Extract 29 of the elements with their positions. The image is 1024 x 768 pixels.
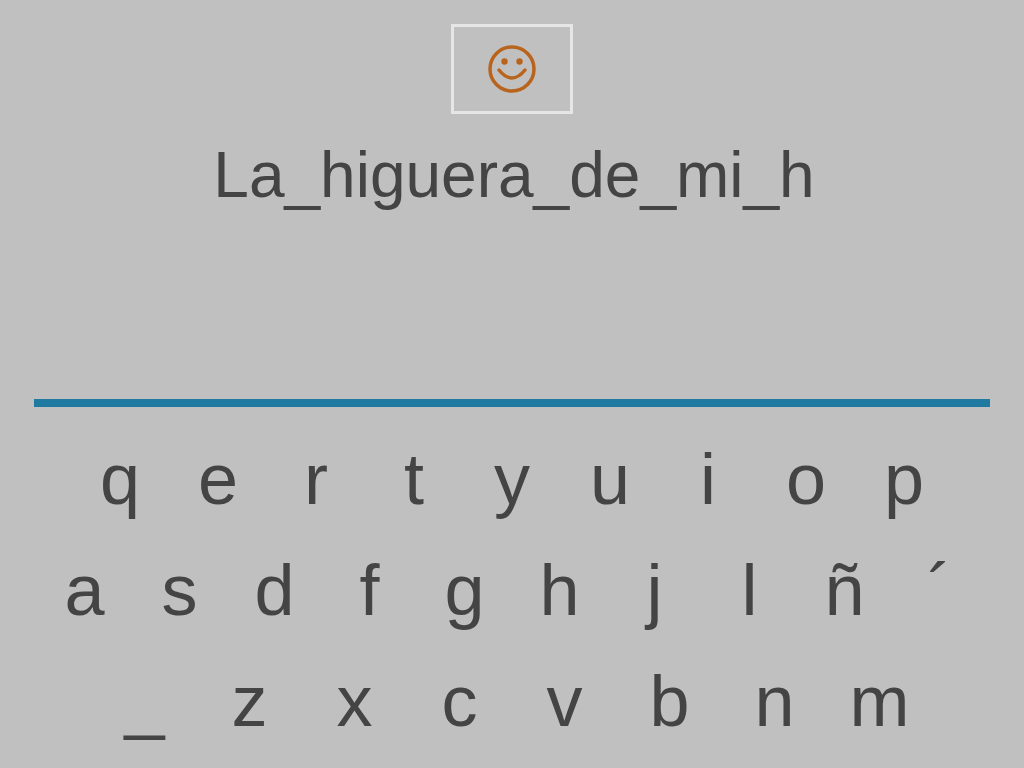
letter-key[interactable]: b [617, 655, 722, 746]
letter-key[interactable]: a [37, 544, 132, 635]
letter-key[interactable]: j [607, 544, 702, 635]
letter-key[interactable]: i [659, 433, 757, 524]
letter-key[interactable]: _ [92, 655, 197, 746]
letter-key[interactable]: u [561, 433, 659, 524]
letter-key[interactable]: f [322, 544, 417, 635]
letter-key[interactable]: o [757, 433, 855, 524]
letter-key[interactable]: g [417, 544, 512, 635]
letter-key[interactable]: r [267, 433, 365, 524]
letter-key[interactable]: z [197, 655, 302, 746]
letter-key[interactable]: c [407, 655, 512, 746]
typed-phrase: La_higuera_de_mi_h [212, 140, 816, 210]
letter-key[interactable]: p [855, 433, 953, 524]
letter-key[interactable]: ´ [892, 544, 987, 635]
letter-key[interactable]: q [71, 433, 169, 524]
letter-key[interactable]: v [512, 655, 617, 746]
letter-key[interactable]: s [132, 544, 227, 635]
letter-key[interactable]: d [227, 544, 322, 635]
letter-key[interactable]: ñ [797, 544, 892, 635]
letter-key[interactable]: n [722, 655, 827, 746]
letter-key[interactable]: m [827, 655, 932, 746]
letter-key[interactable]: e [169, 433, 267, 524]
letter-key[interactable]: l [702, 544, 797, 635]
letter-key[interactable]: x [302, 655, 407, 746]
letter-key[interactable]: t [365, 433, 463, 524]
letter-key[interactable]: y [463, 433, 561, 524]
smiley-icon [487, 44, 537, 94]
letter-key[interactable]: h [512, 544, 607, 635]
